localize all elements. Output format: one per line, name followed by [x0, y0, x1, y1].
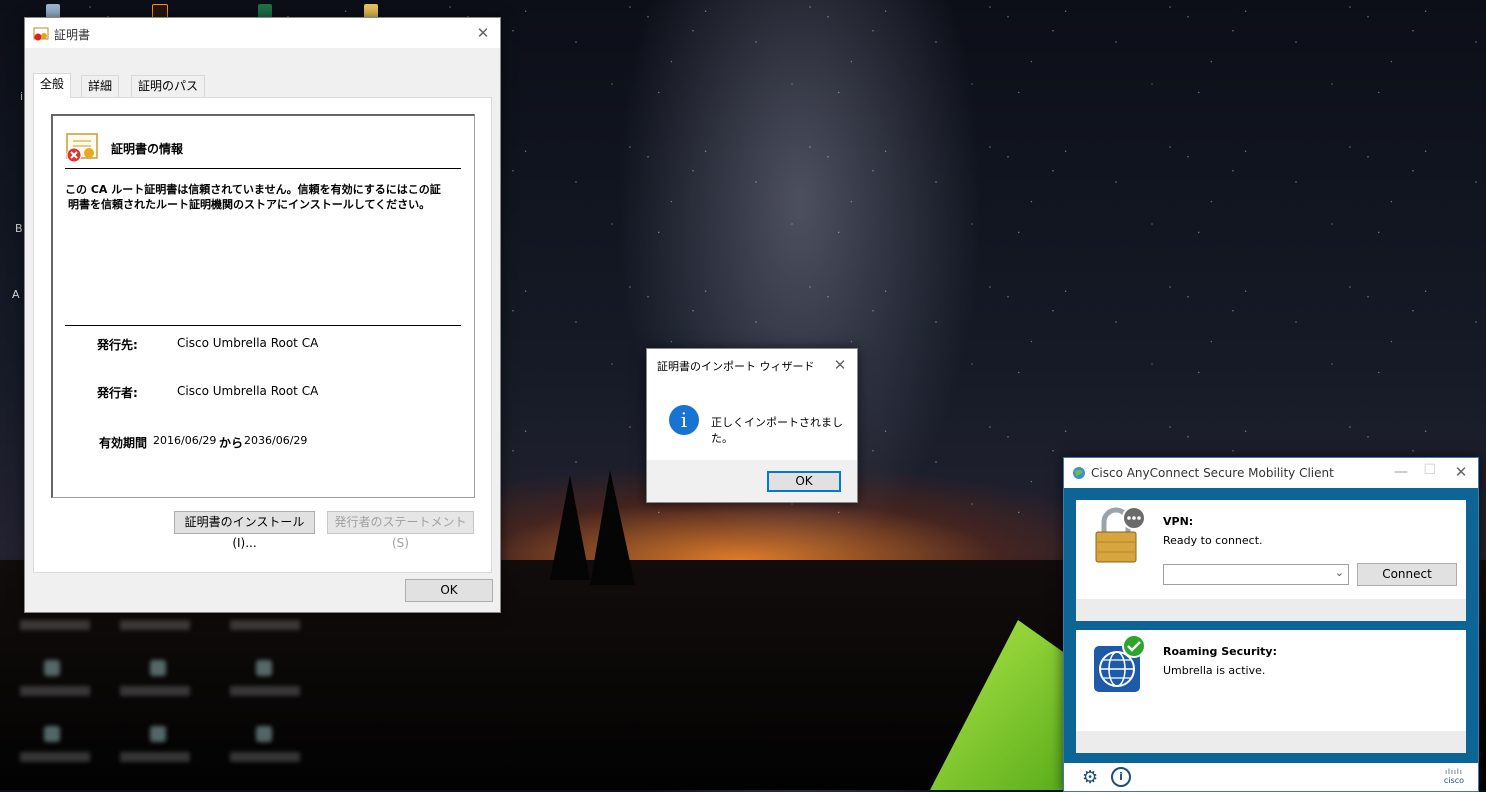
maximize-icon[interactable]: ☐ [1423, 462, 1436, 478]
wizard-content: 証明書のインポート ウィザード ✕ i 正しくインポートされました。 [647, 349, 857, 460]
general-tab-panel: 証明書の情報 この CA ルート証明書は信頼されていません。信頼を有効にするには… [33, 97, 492, 573]
blurred-desktop-label [20, 686, 90, 696]
anyconnect-title: Cisco AnyConnect Secure Mobility Client [1091, 466, 1334, 480]
tab-certification-path[interactable]: 証明のパス [131, 75, 206, 97]
blurred-desktop-icon[interactable] [150, 726, 166, 742]
vpn-server-select[interactable]: ⌄ [1163, 564, 1349, 585]
certificate-dialog: 証明書 ✕ 全般 詳細 証明のパス 証明書の情報 この CA ルート証明書は信頼… [24, 17, 501, 613]
cisco-logo: ılıılı cisco [1444, 768, 1464, 785]
blurred-desktop-label [20, 620, 90, 630]
roaming-panel-footer [1076, 731, 1466, 753]
issued-to-label: 発行先: [97, 338, 138, 352]
certificate-icon [33, 27, 49, 41]
close-icon[interactable]: ✕ [831, 356, 849, 374]
message-line-2: 明書を信頼されたルート証明機関のストアにインストールしてください。 [68, 198, 431, 211]
info-icon: i [669, 405, 699, 435]
valid-from-value: 2016/06/29 [153, 434, 217, 447]
roaming-heading: Roaming Security: [1163, 645, 1277, 658]
issued-by-label: 発行者: [97, 386, 138, 400]
cert-title: 証明書 [54, 28, 91, 42]
close-icon[interactable]: ✕ [1452, 463, 1470, 481]
blurred-desktop-label [230, 686, 300, 696]
info-icon-glyph: i [680, 408, 688, 432]
info-circle-icon[interactable]: i [1111, 767, 1131, 787]
wizard-title: 証明書のインポート ウィザード [657, 360, 815, 373]
tab-details[interactable]: 詳細 [81, 75, 120, 97]
blurred-desktop-label [230, 620, 300, 630]
minimize-icon[interactable]: — [1394, 464, 1408, 480]
desktop-side-text-3: A [12, 288, 20, 301]
wizard-ok-button[interactable]: OK [767, 471, 841, 492]
divider [65, 325, 461, 326]
blurred-desktop-icon[interactable] [256, 660, 272, 676]
vpn-panel: VPN: Ready to connect. ⌄ Connect [1076, 500, 1466, 621]
folder-icon[interactable] [364, 4, 378, 18]
import-success-message: 正しくインポートされました。 [711, 416, 843, 445]
roaming-status: Umbrella is active. [1163, 664, 1266, 677]
blurred-desktop-icon[interactable] [44, 660, 60, 676]
vpn-panel-footer [1076, 599, 1466, 621]
message-line-1: この CA ルート証明書は信頼されていません。信頼を有効にするにはこの証 [65, 183, 441, 196]
blurred-desktop-label [120, 752, 190, 762]
blurred-desktop-label [120, 686, 190, 696]
blurred-desktop-label [120, 620, 190, 630]
blurred-desktop-icon[interactable] [44, 726, 60, 742]
excel-icon[interactable] [258, 4, 272, 18]
ok-button[interactable]: OK [405, 579, 493, 602]
umbrella-globe-icon [1094, 634, 1146, 692]
tab-label: 全般 [40, 77, 65, 91]
recycle-bin-icon[interactable] [46, 4, 60, 18]
gear-icon[interactable]: ⚙ [1082, 767, 1098, 788]
tab-general[interactable]: 全般 [33, 73, 72, 98]
cisco-logo-text: cisco [1443, 776, 1464, 785]
anyconnect-window: Cisco AnyConnect Secure Mobility Client … [1063, 457, 1479, 792]
chevron-down-icon[interactable]: ⌄ [1335, 566, 1344, 579]
certificate-info-box: 証明書の情報 この CA ルート証明書は信頼されていません。信頼を有効にするには… [51, 114, 475, 498]
anyconnect-body: VPN: Ready to connect. ⌄ Connect Roaming… [1064, 488, 1478, 763]
cisco-logo-bars: ılıılı [1445, 768, 1463, 776]
cert-titlebar[interactable]: 証明書 ✕ [25, 18, 500, 48]
divider [65, 168, 461, 169]
vpn-heading: VPN: [1163, 515, 1194, 528]
untrusted-certificate-icon [66, 133, 98, 163]
install-certificate-button[interactable]: 証明書のインストール(I)... [174, 511, 315, 550]
blurred-desktop-icon[interactable] [256, 726, 272, 742]
issued-by-value: Cisco Umbrella Root CA [177, 384, 319, 398]
connect-button[interactable]: Connect [1357, 563, 1457, 586]
issued-to-value: Cisco Umbrella Root CA [177, 336, 319, 350]
tab-label: 詳細 [88, 79, 113, 93]
from-to-word: から [219, 436, 244, 450]
cert-info-heading: 証明書の情報 [111, 142, 184, 156]
close-icon[interactable]: ✕ [474, 24, 492, 42]
anyconnect-globe-icon [1073, 467, 1085, 479]
blurred-desktop-label [20, 752, 90, 762]
roaming-security-panel: Roaming Security: Umbrella is active. [1076, 630, 1466, 753]
blurred-desktop-icon[interactable] [150, 660, 166, 676]
vpn-lock-icon [1095, 506, 1146, 563]
issuer-statement-button[interactable]: 発行者のステートメント(S) [327, 511, 474, 550]
tab-label: 証明のパス [138, 79, 199, 93]
anyconnect-footer: ⚙ i ılıılı cisco [1064, 763, 1478, 791]
anyconnect-titlebar[interactable]: Cisco AnyConnect Secure Mobility Client … [1064, 458, 1478, 488]
import-wizard-dialog: 証明書のインポート ウィザード ✕ i 正しくインポートされました。 OK [646, 348, 858, 503]
valid-to-value: 2036/06/29 [244, 434, 308, 447]
trust-warning-message: この CA ルート証明書は信頼されていません。信頼を有効にするにはこの証 明書を… [65, 182, 465, 212]
vpn-status: Ready to connect. [1163, 534, 1263, 547]
validity-label: 有効期間 [99, 436, 148, 450]
blurred-desktop-label [230, 752, 300, 762]
desktop-side-text-2: B [15, 222, 23, 235]
pine-trees [550, 470, 635, 585]
desktop-side-text-1: i [20, 90, 24, 103]
